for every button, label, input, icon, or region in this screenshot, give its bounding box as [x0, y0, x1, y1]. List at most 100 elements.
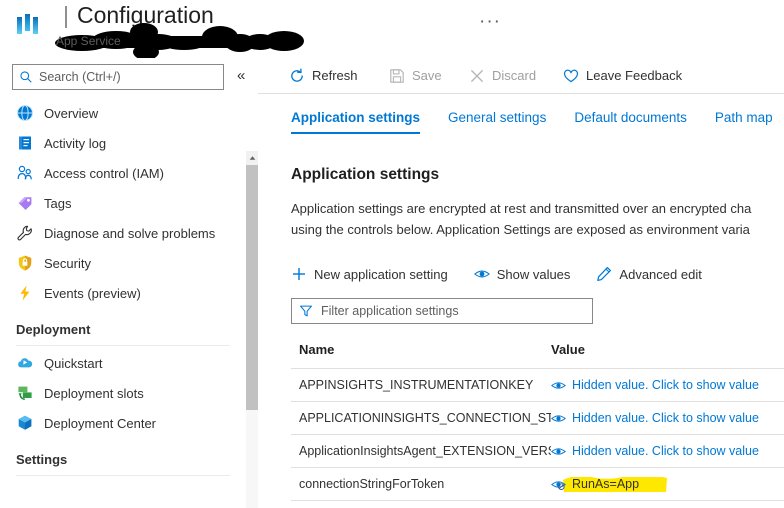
- refresh-label: Refresh: [312, 68, 358, 83]
- discard-button: Discard: [469, 58, 536, 93]
- leave-feedback-button[interactable]: Leave Feedback: [563, 58, 682, 93]
- hidden-value-link[interactable]: Hidden value. Click to show value: [572, 378, 759, 392]
- tab-general-settings[interactable]: General settings: [448, 110, 546, 134]
- new-application-setting-button[interactable]: New application setting: [291, 266, 448, 282]
- show-values-button[interactable]: Show values: [473, 266, 571, 282]
- plus-icon: [293, 268, 305, 280]
- column-header-name[interactable]: Name: [291, 342, 551, 357]
- sidebar-scrollbar-thumb[interactable]: [246, 165, 258, 410]
- collapse-nav-button[interactable]: «: [237, 68, 245, 83]
- divider: [16, 475, 230, 476]
- tab-path-map[interactable]: Path map: [715, 110, 773, 134]
- people-icon: [17, 165, 32, 180]
- description-line-2: using the controls below. Application Se…: [291, 222, 750, 237]
- scroll-up-icon[interactable]: [246, 151, 258, 165]
- heart-icon: [563, 69, 579, 82]
- sidebar-item-label: Diagnose and solve problems: [44, 225, 216, 241]
- more-options-icon[interactable]: ···: [479, 12, 501, 31]
- divider: [291, 500, 784, 501]
- settings-action-bar: New application setting Show values Adva…: [291, 266, 728, 282]
- breadcrumb-separator: |: [63, 2, 69, 28]
- setting-value[interactable]: Hidden value. Click to show value: [551, 444, 784, 459]
- advanced-edit-button[interactable]: Advanced edit: [596, 266, 702, 282]
- sidebar-item-label: Events (preview): [44, 285, 141, 301]
- page-title: Configuration: [76, 2, 214, 28]
- search-icon: [20, 71, 32, 83]
- sidebar-group-settings: Settings: [0, 438, 246, 470]
- sidebar-item-deployment-center[interactable]: Deployment Center: [0, 408, 246, 438]
- lightning-icon: [20, 285, 30, 301]
- cloud-icon: [18, 358, 33, 368]
- tab-default-documents[interactable]: Default documents: [574, 110, 687, 134]
- search-input[interactable]: Search (Ctrl+/): [12, 64, 224, 90]
- tab-list: Application settings General settings De…: [291, 110, 784, 134]
- save-button: Save: [389, 58, 442, 93]
- eye-icon: [551, 447, 566, 455]
- eye-icon: [551, 414, 566, 422]
- table-header-row: Name Value: [291, 342, 784, 368]
- sidebar-item-label: Access control (IAM): [44, 165, 164, 181]
- sidebar-group-label: Deployment: [16, 322, 91, 337]
- app-service-icon: [17, 14, 38, 34]
- azure-portal-configuration-blade: | Configuration ··· App Service Search (…: [0, 0, 784, 508]
- sidebar-item-label: Deployment slots: [44, 385, 144, 401]
- column-header-value[interactable]: Value: [551, 342, 784, 357]
- refresh-button[interactable]: Refresh: [289, 58, 358, 93]
- eye-icon: [473, 270, 490, 278]
- sidebar-item-events[interactable]: Events (preview): [0, 278, 246, 308]
- discard-label: Discard: [492, 68, 537, 83]
- tag-icon: [18, 197, 32, 210]
- discard-icon: [470, 69, 484, 82]
- sidebar-item-access-control[interactable]: Access control (IAM): [0, 158, 246, 188]
- table-row[interactable]: APPLICATIONINSIGHTS_CONNECTION_STRIN Hid…: [291, 402, 784, 434]
- save-label: Save: [412, 68, 442, 83]
- tab-application-settings[interactable]: Application settings: [291, 110, 421, 134]
- sidebar-item-activity-log[interactable]: Activity log: [0, 128, 246, 158]
- setting-value[interactable]: Hidden value. Click to show value: [551, 378, 784, 393]
- filter-input[interactable]: Filter application settings: [291, 298, 593, 324]
- shield-icon: [18, 255, 32, 271]
- new-application-setting-label: New application setting: [314, 266, 448, 282]
- table-row[interactable]: ApplicationInsightsAgent_EXTENSION_VERSI…: [291, 435, 784, 467]
- table-row[interactable]: connectionStringForToken RunAs=App: [291, 468, 784, 500]
- configuration-content: Application settings General settings De…: [258, 94, 784, 508]
- setting-name: connectionStringForToken: [299, 477, 445, 491]
- setting-value[interactable]: Hidden value. Click to show value: [551, 411, 784, 426]
- resource-type-subtitle: App Service: [56, 34, 121, 48]
- sidebar-item-label: Deployment Center: [44, 415, 156, 431]
- advanced-edit-label: Advanced edit: [619, 266, 702, 282]
- breadcrumb: | Configuration: [54, 2, 304, 59]
- search-placeholder: Search (Ctrl+/): [39, 70, 121, 84]
- description-line-1: Application settings are encrypted at re…: [291, 201, 752, 216]
- sidebar-item-quickstart[interactable]: Quickstart: [0, 348, 246, 378]
- wrench-icon: [17, 225, 32, 241]
- sidebar: Search (Ctrl+/) « Overview Activity log …: [0, 58, 258, 508]
- sidebar-group-label: Settings: [16, 452, 68, 467]
- setting-name: APPLICATIONINSIGHTS_CONNECTION_STRIN: [299, 411, 551, 425]
- sidebar-list: Overview Activity log Access control (IA…: [0, 98, 246, 478]
- hidden-value-link[interactable]: Hidden value. Click to show value: [572, 444, 759, 458]
- sidebar-item-tags[interactable]: Tags: [0, 188, 246, 218]
- eye-slash-icon: [551, 480, 566, 490]
- blade-header: | Configuration ··· App Service: [0, 0, 784, 59]
- globe-icon: [17, 105, 33, 121]
- sidebar-item-diagnose[interactable]: Diagnose and solve problems: [0, 218, 246, 248]
- pencil-icon: [597, 267, 612, 281]
- hidden-value-link[interactable]: Hidden value. Click to show value: [572, 411, 759, 425]
- sidebar-item-deployment-slots[interactable]: Deployment slots: [0, 378, 246, 408]
- sidebar-item-security[interactable]: Security: [0, 248, 246, 278]
- refresh-icon: [291, 67, 303, 82]
- show-values-label: Show values: [496, 266, 571, 282]
- table-row[interactable]: APPINSIGHTS_INSTRUMENTATIONKEY Hidden va…: [291, 369, 784, 401]
- sidebar-item-label: Activity log: [44, 135, 107, 151]
- setting-value[interactable]: RunAs=App: [551, 476, 784, 492]
- setting-name: ApplicationInsightsAgent_EXTENSION_VERSI: [299, 444, 551, 458]
- sidebar-item-overview[interactable]: Overview: [0, 98, 246, 128]
- setting-name: APPINSIGHTS_INSTRUMENTATIONKEY: [299, 378, 534, 392]
- sidebar-item-label: Tags: [44, 195, 72, 211]
- save-icon: [390, 68, 404, 83]
- setting-value-text[interactable]: RunAs=App: [572, 477, 639, 491]
- application-settings-table: Name Value APPINSIGHTS_INSTRUMENTATIONKE…: [291, 342, 784, 501]
- sidebar-item-label: Overview: [44, 105, 99, 121]
- cube-icon: [18, 415, 32, 430]
